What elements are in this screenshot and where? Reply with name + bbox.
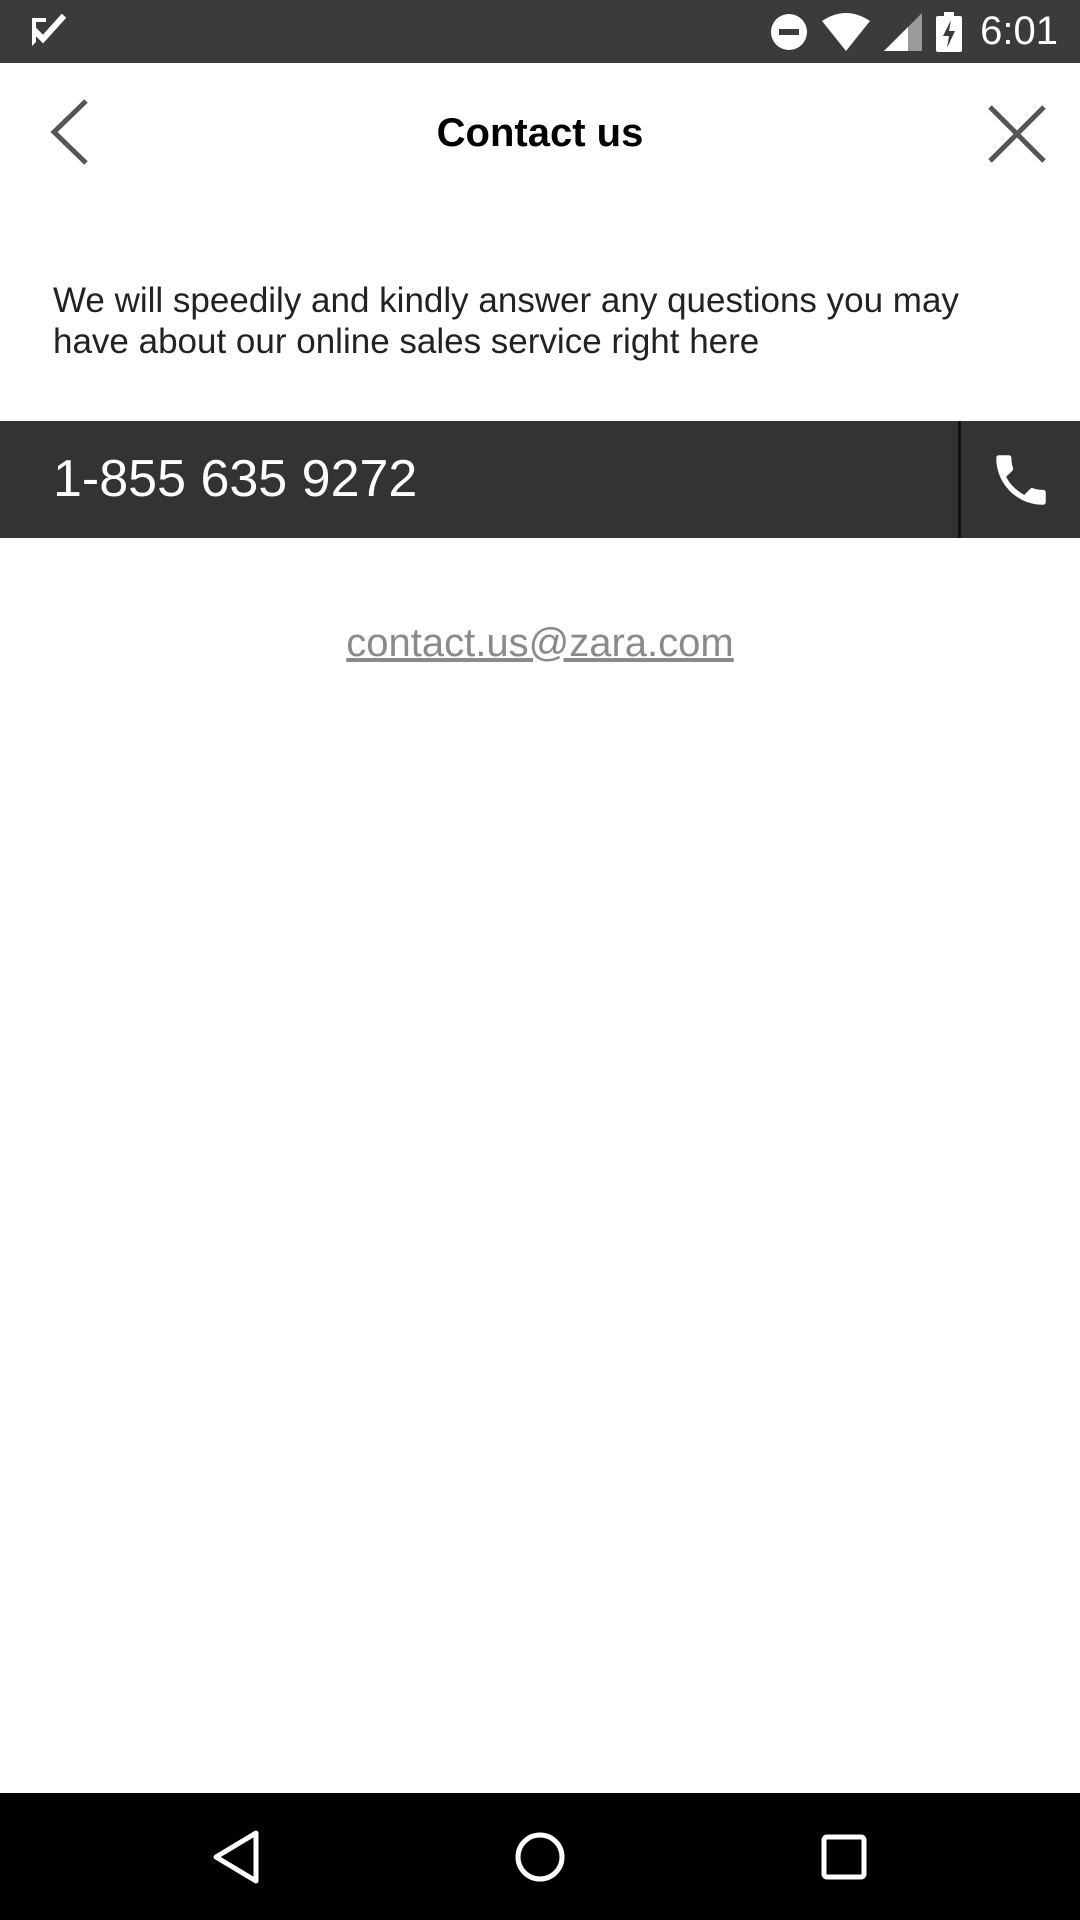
status-time: 6:01 xyxy=(980,9,1058,53)
status-icons: 6:01 xyxy=(756,0,1058,63)
close-icon xyxy=(988,105,1046,163)
phone-number[interactable]: 1-855 635 9272 xyxy=(53,421,417,538)
nav-home-button[interactable] xyxy=(470,1793,610,1920)
description-text: We will speedily and kindly answer any q… xyxy=(53,281,959,361)
nav-home-icon xyxy=(515,1832,565,1881)
status-bar: 6:01 xyxy=(0,0,1080,63)
close-button[interactable] xyxy=(982,99,1052,169)
phone-bar: 1-855 635 9272 xyxy=(0,421,1080,538)
navigation-bar xyxy=(0,1793,1080,1920)
email-link[interactable]: contact.us@zara.com xyxy=(0,621,1080,666)
phone-icon xyxy=(995,454,1046,505)
battery-charging-icon xyxy=(936,11,963,52)
nav-recents-button[interactable] xyxy=(774,1793,914,1920)
nav-back-icon xyxy=(213,1830,259,1883)
page-title: Contact us xyxy=(436,111,644,155)
nav-recents-icon xyxy=(821,1834,867,1879)
cell-signal-icon xyxy=(884,12,923,51)
call-button[interactable] xyxy=(961,421,1080,538)
nav-back-button[interactable] xyxy=(166,1793,306,1920)
wifi-icon xyxy=(822,12,871,51)
header: Contact us xyxy=(0,63,1080,208)
do-not-disturb-icon xyxy=(771,13,808,50)
notification-check-icon xyxy=(31,13,67,46)
